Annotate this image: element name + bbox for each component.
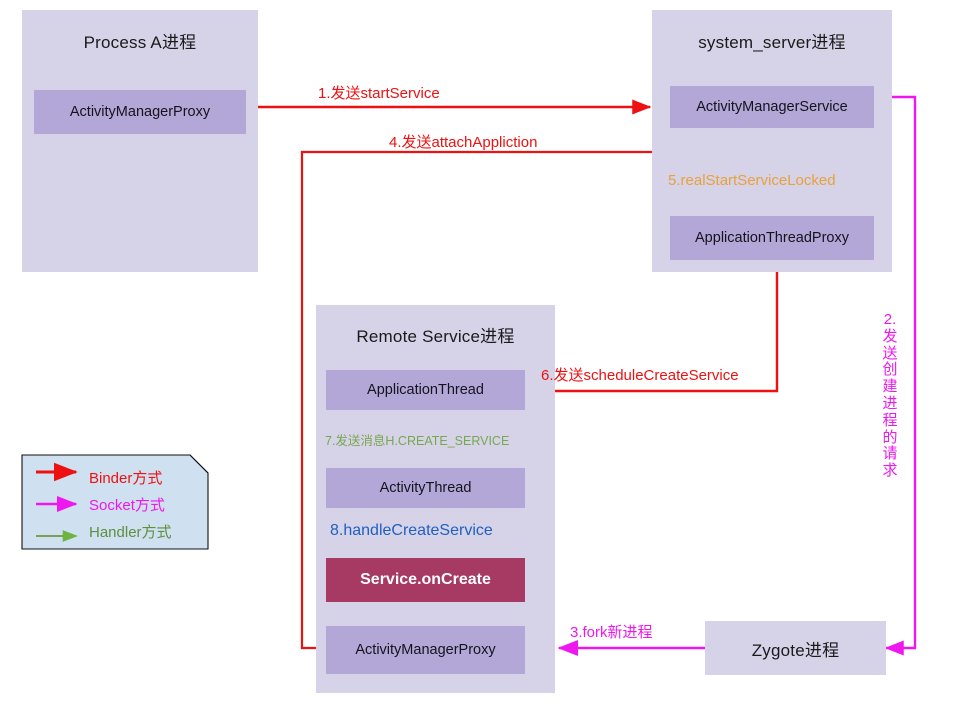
remote-service-title: Remote Service进程 xyxy=(356,327,515,346)
system-server-title: system_server进程 xyxy=(698,33,846,52)
component-applicationthread[interactable]: ApplicationThread xyxy=(326,370,525,410)
edge-label-step8: 8.handleCreateService xyxy=(330,522,493,539)
zygote-title: Zygote进程 xyxy=(751,641,840,660)
edge-label-step3: 3.fork新进程 xyxy=(570,624,653,641)
process-a-title: Process A进程 xyxy=(83,33,197,52)
edge-label-step6: 6.发送scheduleCreateService xyxy=(541,367,739,384)
component-activitymanagerproxy-remote[interactable]: ActivityManagerProxy xyxy=(326,626,525,674)
edge-label-step1: 1.发送startService xyxy=(318,85,440,102)
legend-label-socket: Socket方式 xyxy=(89,497,165,514)
process-box-zygote: Zygote进程 xyxy=(705,621,886,675)
handler-arrow-icon xyxy=(34,525,80,539)
edge-label-step5: 5.realStartServiceLocked xyxy=(668,172,836,189)
legend-item-socket: Socket方式 xyxy=(22,491,208,518)
process-box-remote-service: Remote Service进程 ApplicationThread Activ… xyxy=(316,305,555,693)
component-activitythread[interactable]: ActivityThread xyxy=(326,468,525,508)
component-applicationthreadproxy[interactable]: ApplicationThreadProxy xyxy=(670,216,874,260)
component-activitymanagerproxy-process-a[interactable]: ActivityManagerProxy xyxy=(34,90,246,134)
legend: Binder方式 Socket方式 Handler方式 xyxy=(22,455,208,549)
edge-label-step7: 7.发送消息H.CREATE_SERVICE xyxy=(325,434,510,448)
legend-item-handler: Handler方式 xyxy=(22,518,208,545)
legend-item-binder: Binder方式 xyxy=(22,464,208,491)
binder-arrow-icon xyxy=(34,471,80,485)
flow-diagram: Process A进程 ActivityManagerProxy system_… xyxy=(0,0,960,720)
edge-label-step4: 4.发送attachAppliction xyxy=(389,134,538,151)
component-activitymanagerservice[interactable]: ActivityManagerService xyxy=(670,86,874,128)
socket-arrow-icon xyxy=(34,498,80,512)
component-service-oncreate[interactable]: Service.onCreate xyxy=(326,558,525,602)
process-box-system-server: system_server进程 ActivityManagerService A… xyxy=(652,10,892,272)
process-box-process-a: Process A进程 ActivityManagerProxy xyxy=(22,10,258,272)
legend-label-binder: Binder方式 xyxy=(89,470,163,487)
edge-label-step2: 2.发送创建进程的请求 xyxy=(882,311,898,480)
legend-label-handler: Handler方式 xyxy=(89,524,172,541)
